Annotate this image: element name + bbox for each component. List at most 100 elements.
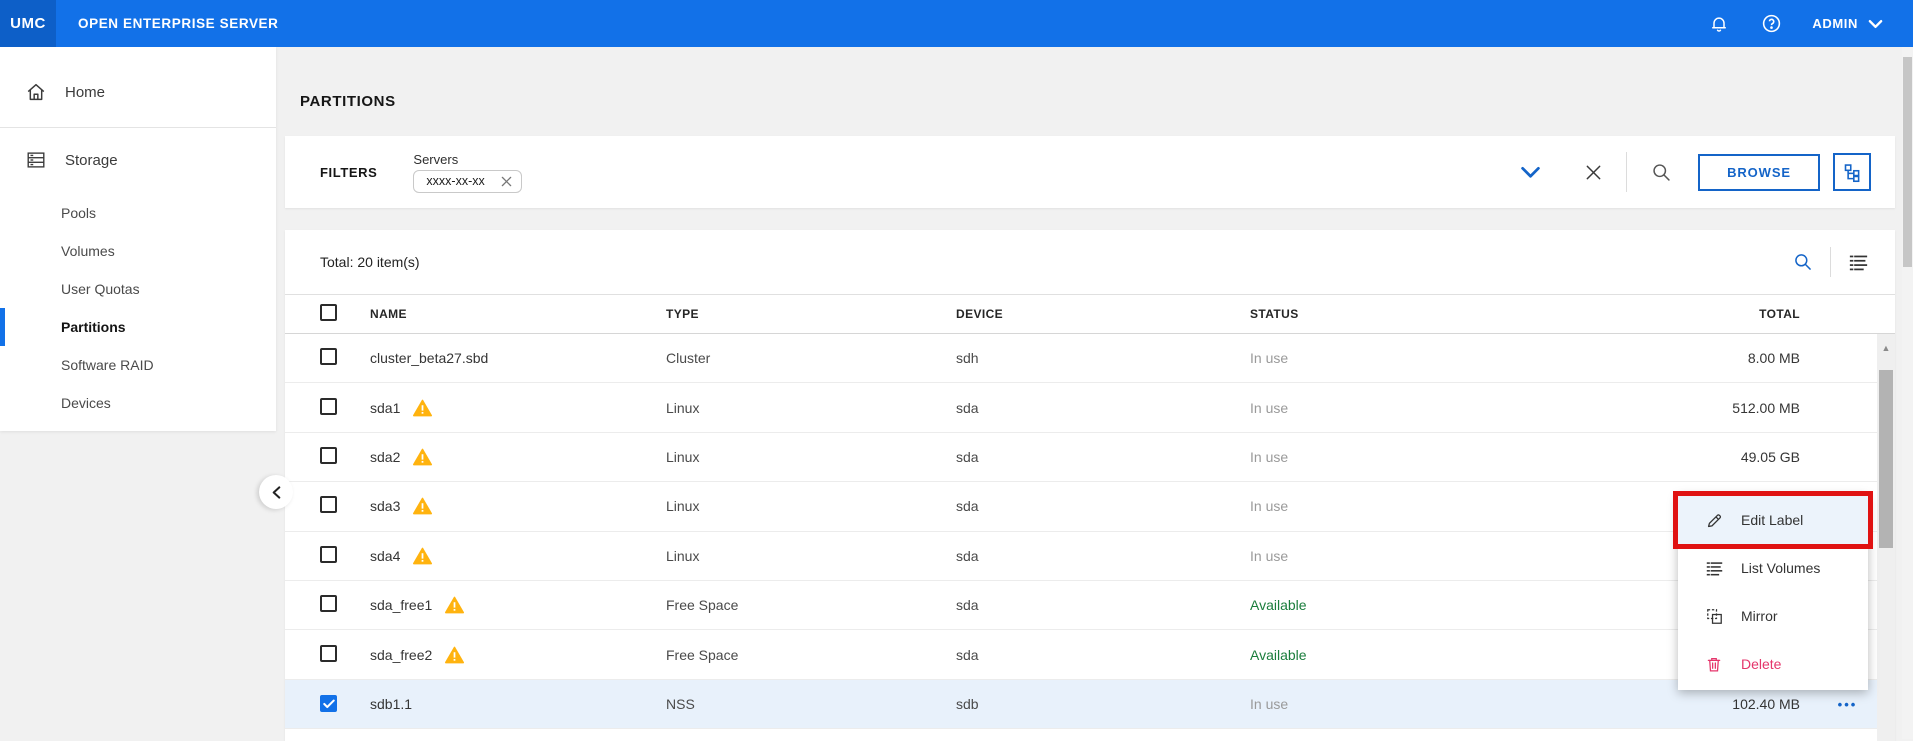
- sidebar-item-home[interactable]: Home: [0, 69, 276, 115]
- table-search-icon[interactable]: [1793, 252, 1813, 272]
- menu-item-label: Mirror: [1741, 608, 1778, 624]
- sidebar-item-user-quotas[interactable]: User Quotas: [0, 270, 276, 308]
- table-row[interactable]: sda_free2Free SpacesdaAvailable: [285, 630, 1895, 679]
- filter-search-icon[interactable]: [1651, 162, 1672, 183]
- menu-item-list-volumes[interactable]: List Volumes: [1678, 544, 1868, 592]
- row-checkbox[interactable]: [320, 546, 337, 563]
- scroll-up-icon[interactable]: ▲: [1877, 334, 1895, 354]
- partition-name: sdb1.1: [370, 696, 412, 712]
- partition-name: sda_free1: [370, 597, 432, 613]
- sidebar-item-partitions[interactable]: Partitions: [0, 308, 276, 346]
- browse-button[interactable]: BROWSE: [1698, 154, 1820, 191]
- status-text: Available: [1250, 597, 1580, 613]
- table-header-row: NAME TYPE DEVICE STATUS TOTAL: [285, 295, 1895, 334]
- sidebar-item-pools[interactable]: Pools: [0, 194, 276, 232]
- menu-item-label: Edit Label: [1741, 512, 1803, 528]
- partition-device: sdb: [956, 696, 1250, 712]
- servers-filter-label: Servers: [413, 152, 521, 167]
- sidebar: Home Storage Pools VolumesUser QuotasPart…: [0, 47, 276, 739]
- table-row[interactable]: sda_free1 Free SpacesdaAvailable: [285, 581, 1895, 630]
- filter-divider: [1626, 152, 1627, 192]
- partition-type: NSS: [666, 696, 956, 712]
- page-scrollbar[interactable]: [1902, 47, 1913, 739]
- storage-icon: [25, 149, 47, 171]
- menu-item-label: Delete: [1741, 656, 1781, 672]
- servers-filter-group: Servers xxxx-xx-xx: [413, 152, 521, 193]
- menu-item-edit-label[interactable]: Edit Label: [1678, 496, 1868, 544]
- notifications-bell-icon[interactable]: [1708, 13, 1730, 35]
- status-text: In use: [1250, 400, 1580, 416]
- partition-total: 102.40 MB: [1580, 696, 1800, 712]
- sidebar-item-volumes[interactable]: Volumes: [0, 232, 276, 270]
- collapse-sidebar-button[interactable]: [259, 475, 293, 509]
- warning-icon: [413, 399, 432, 417]
- column-header-device[interactable]: DEVICE: [956, 307, 1250, 321]
- main-content: PARTITIONS FILTERS Servers xxxx-xx-xx BR…: [276, 47, 1913, 739]
- partition-type: Free Space: [666, 597, 956, 613]
- partitions-table-card: Total: 20 item(s) NAME TYPE DEVICE STATU…: [285, 230, 1895, 741]
- sidebar-nav: Home Storage Pools VolumesUser QuotasPart…: [0, 47, 276, 431]
- sidebar-item-devices[interactable]: Devices: [0, 384, 276, 422]
- mirror-icon: [1704, 606, 1724, 626]
- partition-name: sda4: [370, 548, 400, 564]
- partition-device: sda: [956, 548, 1250, 564]
- sidebar-item-label: Pools: [61, 205, 96, 221]
- status-text: In use: [1250, 696, 1580, 712]
- clear-filters-icon[interactable]: [1585, 164, 1602, 181]
- row-actions-button[interactable]: •••: [1838, 697, 1858, 712]
- warning-icon: [413, 448, 432, 466]
- warning-icon: [413, 547, 432, 565]
- table-scrollbar[interactable]: ▲: [1877, 334, 1895, 741]
- help-icon[interactable]: [1760, 13, 1782, 35]
- total-count: Total: 20 item(s): [320, 254, 420, 270]
- column-header-type[interactable]: TYPE: [666, 307, 956, 321]
- partition-device: sda: [956, 597, 1250, 613]
- sidebar-item-label: Storage: [65, 152, 118, 169]
- column-header-name[interactable]: NAME: [370, 307, 666, 321]
- page-title: PARTITIONS: [300, 93, 1913, 110]
- partition-type: Cluster: [666, 350, 956, 366]
- user-name: ADMIN: [1812, 16, 1858, 31]
- table-row[interactable]: cluster_beta27.sbdClustersdhIn use8.00 M…: [285, 334, 1895, 383]
- table-row[interactable]: sda4LinuxsdaIn use: [285, 532, 1895, 581]
- remove-chip-icon[interactable]: [501, 176, 512, 187]
- top-bar: UMC OPEN ENTERPRISE SERVER ADMIN: [0, 0, 1913, 47]
- tree-view-button[interactable]: [1833, 153, 1871, 191]
- partition-name: cluster_beta27.sbd: [370, 350, 488, 366]
- table-row[interactable]: sda1LinuxsdaIn use512.00 MB: [285, 383, 1895, 432]
- table-scrollbar-thumb[interactable]: [1879, 370, 1893, 548]
- collapse-filters-chevron-icon[interactable]: [1520, 166, 1541, 179]
- context-menu: Edit Label List Volumes Mirror Delete: [1678, 494, 1868, 690]
- server-filter-chip[interactable]: xxxx-xx-xx: [413, 170, 521, 193]
- status-text: Available: [1250, 647, 1580, 663]
- row-checkbox[interactable]: [320, 496, 337, 513]
- row-checkbox[interactable]: [320, 695, 337, 712]
- menu-item-mirror[interactable]: Mirror: [1678, 592, 1868, 640]
- menu-item-delete[interactable]: Delete: [1678, 640, 1868, 688]
- partition-type: Linux: [666, 449, 956, 465]
- list-view-icon[interactable]: [1848, 253, 1869, 272]
- sidebar-item-software-raid[interactable]: Software RAID: [0, 346, 276, 384]
- partition-name: sda_free2: [370, 647, 432, 663]
- list-icon: [1704, 558, 1724, 578]
- status-text: In use: [1250, 498, 1580, 514]
- page-scrollbar-thumb[interactable]: [1903, 57, 1912, 267]
- row-checkbox[interactable]: [320, 595, 337, 612]
- table-row[interactable]: sda2LinuxsdaIn use49.05 GB: [285, 433, 1895, 482]
- row-checkbox[interactable]: [320, 398, 337, 415]
- table-row[interactable]: sda3LinuxsdaIn use: [285, 482, 1895, 531]
- toolbar-divider: [1830, 247, 1831, 277]
- table-toolbar: Total: 20 item(s): [285, 230, 1895, 295]
- sidebar-item-label: Devices: [61, 395, 111, 411]
- select-all-checkbox[interactable]: [320, 304, 337, 321]
- partition-device: sda: [956, 449, 1250, 465]
- row-checkbox[interactable]: [320, 348, 337, 365]
- status-text: In use: [1250, 350, 1580, 366]
- table-row[interactable]: sdb1.1 NSSsdbIn use102.40 MB •••: [285, 680, 1895, 729]
- row-checkbox[interactable]: [320, 645, 337, 662]
- column-header-total[interactable]: TOTAL: [1580, 307, 1800, 321]
- user-menu[interactable]: ADMIN: [1812, 16, 1883, 31]
- column-header-status[interactable]: STATUS: [1250, 307, 1580, 321]
- sidebar-item-storage[interactable]: Storage: [0, 135, 276, 185]
- row-checkbox[interactable]: [320, 447, 337, 464]
